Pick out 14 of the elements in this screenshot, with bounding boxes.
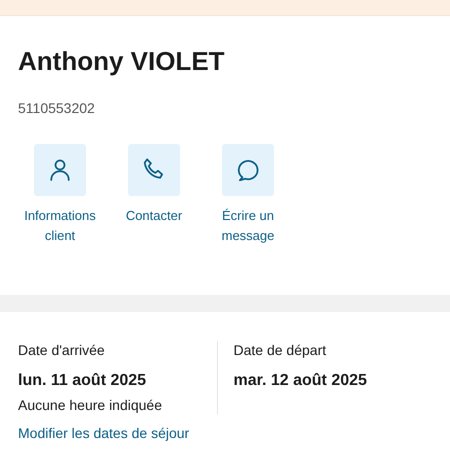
action-label[interactable]: Contacter [126, 206, 182, 226]
arrival-label: Date d'arrivée [18, 341, 106, 359]
action-tile[interactable] [128, 144, 180, 196]
modify-dates-link[interactable]: Modifier les dates de séjour [18, 425, 190, 441]
action-tile[interactable] [222, 144, 274, 196]
customer-name: Anthony VIOLET [18, 45, 226, 78]
arrival-date: lun. 11 août 2025 [18, 371, 148, 391]
departure-label: Date de départ [234, 341, 328, 359]
action-label[interactable]: Écrire un message [207, 206, 289, 246]
customer-number: 5110553202 [18, 99, 96, 117]
action-tile[interactable] [34, 144, 86, 196]
departure-date: mar. 12 août 2025 [234, 371, 368, 391]
arrival-time-note: Aucune heure indiquée [18, 396, 164, 414]
action-label[interactable]: Informations client [19, 206, 101, 246]
